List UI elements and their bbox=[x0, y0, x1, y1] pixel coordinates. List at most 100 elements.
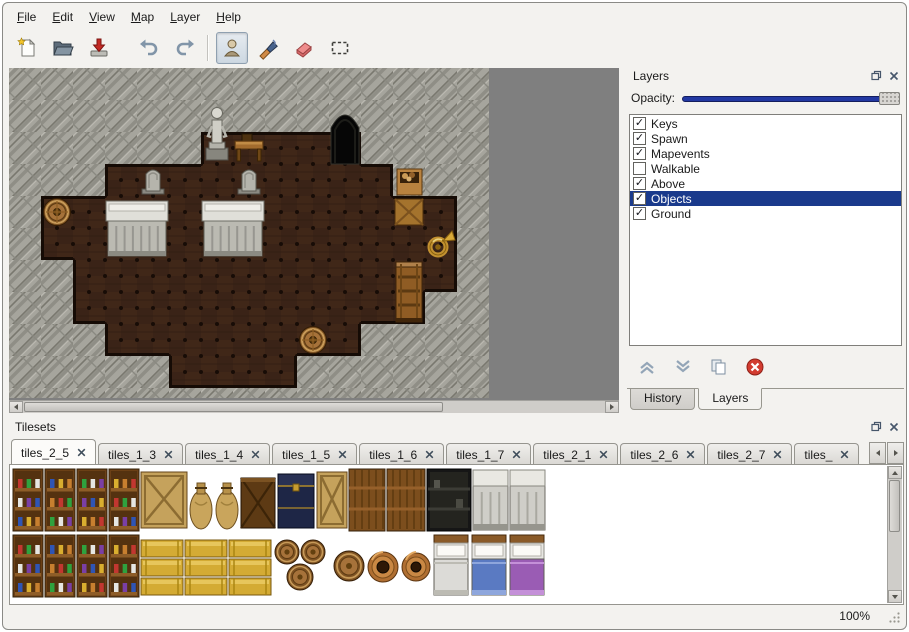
move-layer-down-button[interactable] bbox=[673, 358, 693, 376]
tileset-tab-tiles_1_3[interactable]: tiles_1_3 bbox=[98, 443, 183, 465]
tab-close-icon[interactable] bbox=[599, 450, 608, 459]
dashed-selection-icon bbox=[328, 36, 352, 60]
scrollbar-track[interactable] bbox=[23, 401, 605, 413]
menu-item-help[interactable]: Help bbox=[208, 8, 249, 26]
arrow-left-icon bbox=[12, 403, 20, 411]
scroll-down-button[interactable] bbox=[888, 590, 902, 603]
tilesets-panel-header: Tilesets bbox=[9, 419, 904, 435]
close-panel-icon[interactable] bbox=[888, 421, 900, 433]
move-layer-up-button[interactable] bbox=[637, 358, 657, 376]
float-panel-icon[interactable] bbox=[870, 421, 882, 433]
tileset-tab-tiles_1_7[interactable]: tiles_1_7 bbox=[446, 443, 531, 465]
brush-fill-icon bbox=[256, 36, 280, 60]
save-button[interactable] bbox=[83, 32, 115, 64]
menu-item-file[interactable]: File bbox=[9, 8, 44, 26]
fill-tool-button[interactable] bbox=[252, 32, 284, 64]
menu-item-view[interactable]: View bbox=[81, 8, 123, 26]
tab-close-icon[interactable] bbox=[164, 450, 173, 459]
scrollbar-handle[interactable] bbox=[24, 402, 443, 412]
layer-row-objects[interactable]: ✓Objects bbox=[630, 191, 901, 206]
tileset-tab-tiles_2_1[interactable]: tiles_2_1 bbox=[533, 443, 618, 465]
undo-arrow-icon bbox=[137, 36, 161, 60]
layer-visibility-checkbox[interactable] bbox=[633, 162, 646, 175]
tab-close-icon[interactable] bbox=[338, 450, 347, 459]
scroll-left-button[interactable] bbox=[9, 401, 23, 413]
tileset-tab-label: tiles_2_7 bbox=[717, 448, 765, 462]
map-viewport[interactable] bbox=[9, 68, 619, 400]
menu-item-edit[interactable]: Edit bbox=[44, 8, 81, 26]
tileset-tab-tiles_1_4[interactable]: tiles_1_4 bbox=[185, 443, 270, 465]
dock-tab-layers[interactable]: Layers bbox=[698, 388, 762, 410]
tilesets-panel: Tilesets tiles_2_5 tiles_1_3 tiles_1_4 tile… bbox=[9, 419, 904, 605]
menu-item-map[interactable]: Map bbox=[123, 8, 162, 26]
tabs-scroll-left-button[interactable] bbox=[869, 442, 886, 464]
eraser-tool-button[interactable] bbox=[288, 32, 320, 64]
tileset-tab-tiles_2_5[interactable]: tiles_2_5 bbox=[11, 439, 96, 465]
scrollbar-track[interactable] bbox=[888, 479, 902, 590]
scrollbar-handle[interactable] bbox=[889, 480, 900, 532]
duplicate-layer-button[interactable] bbox=[709, 358, 729, 376]
menu-item-layer[interactable]: Layer bbox=[162, 8, 208, 26]
layer-visibility-checkbox[interactable]: ✓ bbox=[633, 147, 646, 160]
layer-row-mapevents[interactable]: ✓Mapevents bbox=[630, 146, 901, 161]
layer-row-keys[interactable]: ✓Keys bbox=[630, 116, 901, 131]
opacity-slider[interactable] bbox=[682, 91, 900, 106]
rect-select-tool-button[interactable] bbox=[324, 32, 356, 64]
layer-name: Spawn bbox=[651, 132, 688, 146]
redo-button[interactable] bbox=[169, 32, 201, 64]
tileset-view[interactable] bbox=[9, 464, 904, 605]
chevron-down-icon bbox=[673, 358, 693, 376]
tileset-tab-tiles_2_7[interactable]: tiles_2_7 bbox=[707, 443, 792, 465]
map-horizontal-scrollbar[interactable] bbox=[9, 400, 619, 413]
layer-row-above[interactable]: ✓Above bbox=[630, 176, 901, 191]
new-file-button[interactable] bbox=[11, 32, 43, 64]
close-panel-icon[interactable] bbox=[888, 70, 900, 82]
tabs-scroll-right-button[interactable] bbox=[887, 442, 904, 464]
layer-visibility-checkbox[interactable]: ✓ bbox=[633, 192, 646, 205]
save-download-icon bbox=[87, 36, 111, 60]
map-canvas[interactable] bbox=[9, 68, 489, 398]
resize-grip[interactable] bbox=[888, 611, 901, 624]
tileset-vertical-scrollbar[interactable] bbox=[887, 466, 902, 603]
tab-close-icon[interactable] bbox=[77, 448, 86, 457]
tab-scrollers bbox=[869, 442, 904, 465]
layers-panel-title: Layers bbox=[633, 69, 870, 83]
zoom-level: 100% bbox=[839, 609, 870, 623]
tileset-tab-tiles_[interactable]: tiles_ bbox=[794, 443, 859, 465]
layer-row-ground[interactable]: ✓Ground bbox=[630, 206, 901, 221]
tileset-tab-label: tiles_2_6 bbox=[630, 448, 678, 462]
scroll-up-button[interactable] bbox=[888, 466, 902, 479]
layer-visibility-checkbox[interactable]: ✓ bbox=[633, 132, 646, 145]
app-window: FileEditViewMapLayerHelp bbox=[2, 2, 907, 630]
tab-close-icon[interactable] bbox=[686, 450, 695, 459]
float-panel-icon[interactable] bbox=[870, 70, 882, 82]
tileset-tab-tiles_1_5[interactable]: tiles_1_5 bbox=[272, 443, 357, 465]
tileset-canvas[interactable] bbox=[12, 467, 548, 599]
layer-visibility-checkbox[interactable]: ✓ bbox=[633, 177, 646, 190]
tileset-tab-label: tiles_2_5 bbox=[21, 446, 69, 460]
stamp-tool-button[interactable] bbox=[216, 32, 248, 64]
tab-close-icon[interactable] bbox=[773, 450, 782, 459]
copy-icon bbox=[709, 358, 729, 376]
statusbar: 100% bbox=[3, 605, 906, 629]
opacity-slider-handle[interactable] bbox=[879, 92, 900, 105]
tab-close-icon[interactable] bbox=[840, 450, 849, 459]
arrow-right-icon bbox=[608, 403, 616, 411]
tab-close-icon[interactable] bbox=[512, 450, 521, 459]
layer-row-spawn[interactable]: ✓ Spawn bbox=[630, 131, 901, 146]
delete-red-x-icon bbox=[745, 357, 765, 377]
tab-close-icon[interactable] bbox=[425, 450, 434, 459]
delete-layer-button[interactable] bbox=[745, 357, 765, 377]
open-button[interactable] bbox=[47, 32, 79, 64]
layer-visibility-checkbox[interactable]: ✓ bbox=[633, 117, 646, 130]
undo-button[interactable] bbox=[133, 32, 165, 64]
tileset-tab-tiles_1_6[interactable]: tiles_1_6 bbox=[359, 443, 444, 465]
scroll-right-button[interactable] bbox=[605, 401, 619, 413]
layer-visibility-checkbox[interactable]: ✓ bbox=[633, 207, 646, 220]
dock-tab-history[interactable]: History bbox=[630, 388, 695, 410]
tileset-tab-label: tiles_1_4 bbox=[195, 448, 243, 462]
tileset-tab-tiles_2_6[interactable]: tiles_2_6 bbox=[620, 443, 705, 465]
tilesets-panel-title: Tilesets bbox=[15, 420, 870, 434]
tab-close-icon[interactable] bbox=[251, 450, 260, 459]
layer-row-walkable[interactable]: Walkable bbox=[630, 161, 901, 176]
